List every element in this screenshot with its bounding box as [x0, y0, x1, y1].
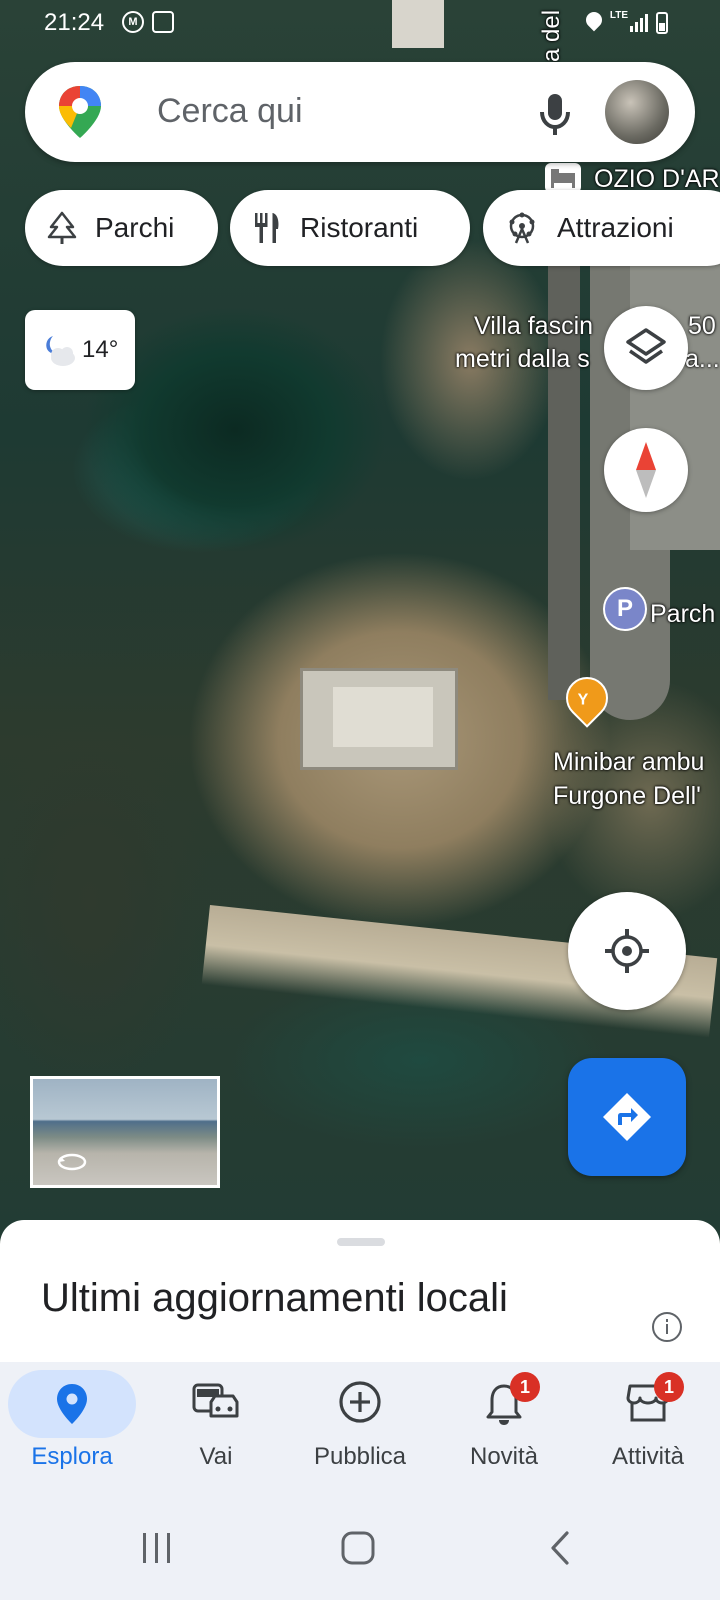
notification-photo-icon: [152, 11, 174, 33]
bottom-navigation: Esplora Vai Pubblica 1 Novità 1 Attività: [0, 1362, 720, 1480]
battery-icon: [656, 12, 668, 34]
layers-icon: [626, 328, 666, 364]
hotel-icon[interactable]: [545, 163, 581, 193]
nav-vai[interactable]: Vai: [144, 1362, 288, 1480]
weather-widget[interactable]: 14°: [25, 310, 135, 390]
nav-label: Esplora: [31, 1443, 113, 1470]
home-icon[interactable]: [340, 1530, 376, 1566]
notification-badge: 1: [654, 1372, 684, 1402]
nav-label: Novità: [469, 1443, 539, 1470]
google-maps-logo-icon: [59, 86, 101, 138]
directions-button[interactable]: [568, 1058, 686, 1176]
chip-label: Parchi: [95, 212, 175, 243]
chip-label: Attrazioni: [557, 212, 674, 243]
avatar[interactable]: [605, 80, 669, 144]
location-status-icon: [582, 8, 606, 32]
villa-label-line1[interactable]: Villa fascin: [474, 312, 593, 341]
bottom-sheet[interactable]: Ultimi aggiornamenti locali: [0, 1220, 720, 1362]
villa-label-number[interactable]: 50: [688, 312, 716, 341]
chip-ristoranti[interactable]: Ristoranti: [230, 190, 470, 266]
recent-apps-icon[interactable]: [140, 1532, 174, 1564]
notification-m-icon: M: [122, 11, 144, 33]
add-circle-icon: [339, 1381, 381, 1423]
chip-label: Ristoranti: [300, 212, 419, 243]
status-bar: 21:24 M LTE: [0, 0, 720, 48]
sheet-title: Ultimi aggiornamenti locali: [41, 1276, 508, 1320]
nav-esplora[interactable]: Esplora: [0, 1362, 144, 1480]
search-placeholder[interactable]: Cerca qui: [157, 92, 303, 131]
villa-label-tail[interactable]: a...: [685, 345, 720, 374]
back-icon[interactable]: [548, 1530, 572, 1566]
chip-attrazioni[interactable]: Attrazioni: [483, 190, 720, 266]
nav-label: Vai: [199, 1443, 233, 1470]
network-type: LTE: [609, 10, 628, 21]
crosshair-icon: [605, 929, 649, 973]
location-pin-icon: [57, 1384, 87, 1424]
minibar-label-line2[interactable]: Furgone Dell': [553, 782, 701, 811]
nav-label: Attività: [611, 1443, 685, 1470]
system-navigation-bar: [0, 1480, 720, 1600]
street-view-thumbnail[interactable]: [30, 1076, 220, 1188]
commute-icon: [192, 1383, 239, 1418]
my-location-button[interactable]: [568, 892, 686, 1010]
map-building: [300, 668, 458, 770]
parking-pin-icon[interactable]: P: [603, 587, 647, 631]
signal-icon: [630, 14, 648, 32]
restaurant-icon: [255, 213, 279, 243]
weather-temperature: 14°: [82, 336, 119, 363]
minibar-label-line1[interactable]: Minibar ambu: [553, 748, 704, 777]
mic-icon[interactable]: [533, 90, 577, 138]
villa-label-line2[interactable]: metri dalla s: [455, 345, 590, 374]
status-time: 21:24: [44, 9, 105, 36]
nav-attivita[interactable]: 1 Attività: [576, 1362, 720, 1480]
nav-pubblica[interactable]: Pubblica: [288, 1362, 432, 1480]
layers-button[interactable]: [604, 306, 688, 390]
nav-label: Pubblica: [313, 1443, 407, 1470]
directions-icon: [603, 1093, 651, 1141]
chip-parchi[interactable]: Parchi: [25, 190, 218, 266]
drag-handle[interactable]: [337, 1238, 385, 1246]
info-icon[interactable]: [652, 1312, 682, 1342]
compass-icon: [636, 442, 656, 498]
satellite-map[interactable]: a del OZIO D'AR Villa fascin 50 metri da…: [0, 0, 720, 1240]
attraction-icon: [509, 212, 535, 244]
compass-button[interactable]: [604, 428, 688, 512]
tree-icon: [47, 211, 77, 244]
parking-label[interactable]: Parch: [650, 600, 715, 629]
notification-badge: 1: [510, 1372, 540, 1402]
moon-cloud-icon: [46, 336, 75, 366]
nav-novita[interactable]: 1 Novità: [432, 1362, 576, 1480]
rotate-360-icon: [57, 1153, 87, 1171]
search-bar[interactable]: Cerca qui: [25, 62, 695, 162]
